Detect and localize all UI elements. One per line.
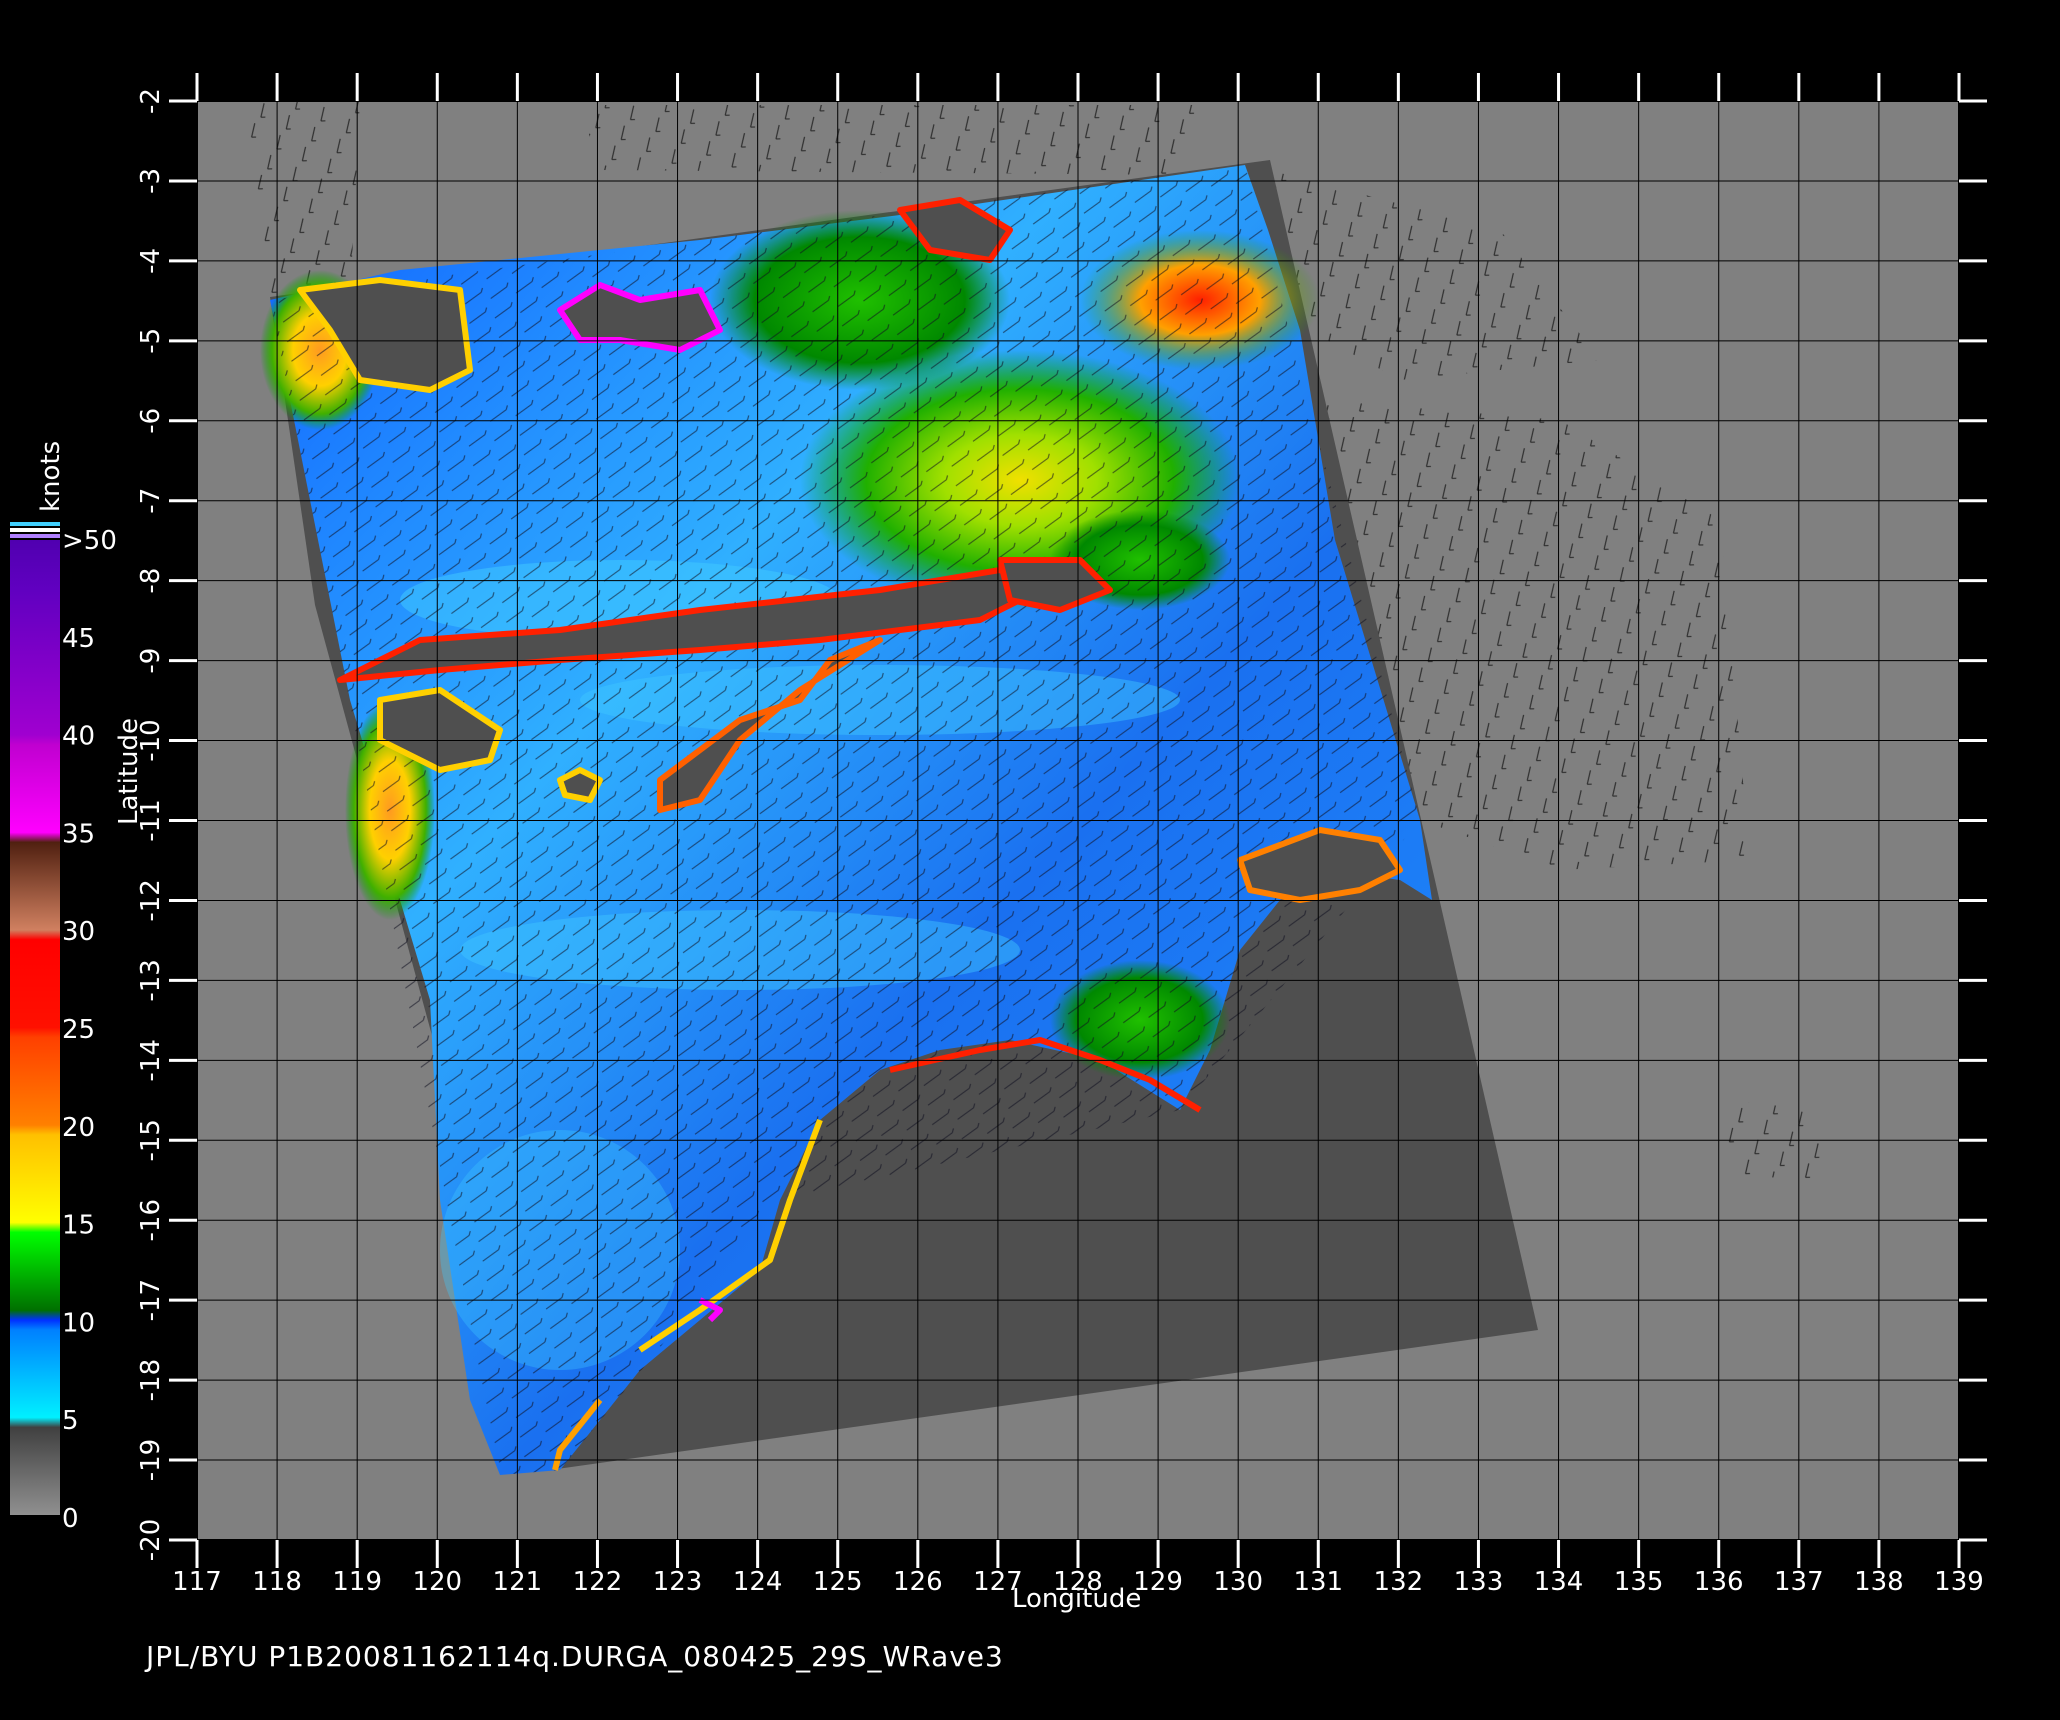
legend-label: 15 <box>62 1211 95 1241</box>
wind-speed-map: 117 118 119 120 121 122 123 124 125 126 127 128 129 1… <box>10 73 1987 1597</box>
lat-tick-label: -20 <box>136 1519 166 1561</box>
lat-tick-label: -16 <box>136 1199 166 1241</box>
lon-tick-label: 121 <box>493 1567 543 1597</box>
lon-tick-label: 132 <box>1374 1567 1424 1597</box>
legend-label: 30 <box>62 917 95 947</box>
lon-tick-label: 133 <box>1454 1567 1504 1597</box>
legend-label: 10 <box>62 1308 95 1338</box>
lat-tick-label: -18 <box>136 1359 166 1401</box>
lat-tick-label: -12 <box>136 879 166 921</box>
footer-caption: JPL/BYU P1B20081162114q.DURGA_080425_29S… <box>146 1640 1004 1673</box>
lon-tick-label: 131 <box>1293 1567 1343 1597</box>
color-legend: >50 45 40 35 30 25 20 15 10 5 0 <box>10 522 117 1534</box>
lon-tick-label: 134 <box>1534 1567 1584 1597</box>
lon-tick-label: 139 <box>1934 1567 1984 1597</box>
y-axis-title: Latitude <box>114 717 144 825</box>
legend-labels: >50 45 40 35 30 25 20 15 10 5 0 <box>62 526 117 1534</box>
lat-tick-label: -13 <box>136 959 166 1001</box>
lat-tick-label: -9 <box>136 648 166 674</box>
lat-tick-label: -8 <box>136 568 166 594</box>
lon-tick-label: 137 <box>1774 1567 1824 1597</box>
x-axis-title: Longitude <box>1012 1584 1142 1614</box>
lon-tick-label: 118 <box>252 1567 302 1597</box>
legend-label: 35 <box>62 819 95 849</box>
legend-label: 5 <box>62 1406 79 1436</box>
legend-label: 0 <box>62 1504 79 1534</box>
legend-label: 25 <box>62 1015 95 1045</box>
legend-label: >50 <box>62 526 117 556</box>
lat-tick-label: -17 <box>136 1279 166 1321</box>
legend-label: 45 <box>62 624 95 654</box>
lon-tick-label: 124 <box>733 1567 783 1597</box>
legend-label: 20 <box>62 1113 95 1143</box>
lat-tick-label: -3 <box>136 168 166 194</box>
lat-tick-label: -6 <box>136 408 166 434</box>
lat-tick-label: -14 <box>136 1039 166 1081</box>
lon-tick-label: 126 <box>893 1567 943 1597</box>
lon-tick-label: 135 <box>1614 1567 1664 1597</box>
lat-tick-label: -5 <box>136 328 166 354</box>
legend-top-swatch-b <box>10 528 60 532</box>
lat-tick-label: -4 <box>136 248 166 274</box>
lon-tick-label: 119 <box>332 1567 382 1597</box>
legend-top-swatch-a <box>10 522 60 526</box>
legend-colorbar <box>10 540 60 1515</box>
legend-label: 40 <box>62 722 95 752</box>
lat-tick-label: -19 <box>136 1439 166 1481</box>
lon-tick-label: 136 <box>1694 1567 1744 1597</box>
lon-tick-label: 120 <box>412 1567 462 1597</box>
lon-tick-label: 117 <box>172 1567 222 1597</box>
lat-tick-label: -7 <box>136 488 166 514</box>
legend-units: knots <box>36 440 66 512</box>
lon-tick-label: 122 <box>573 1567 623 1597</box>
lat-tick-label: -2 <box>136 88 166 114</box>
lat-tick-label: -15 <box>136 1119 166 1161</box>
lon-tick-label: 125 <box>813 1567 863 1597</box>
lon-tick-label: 123 <box>653 1567 703 1597</box>
legend-top-swatch-c <box>10 534 60 538</box>
lon-tick-label: 130 <box>1213 1567 1263 1597</box>
lon-tick-label: 138 <box>1854 1567 1904 1597</box>
